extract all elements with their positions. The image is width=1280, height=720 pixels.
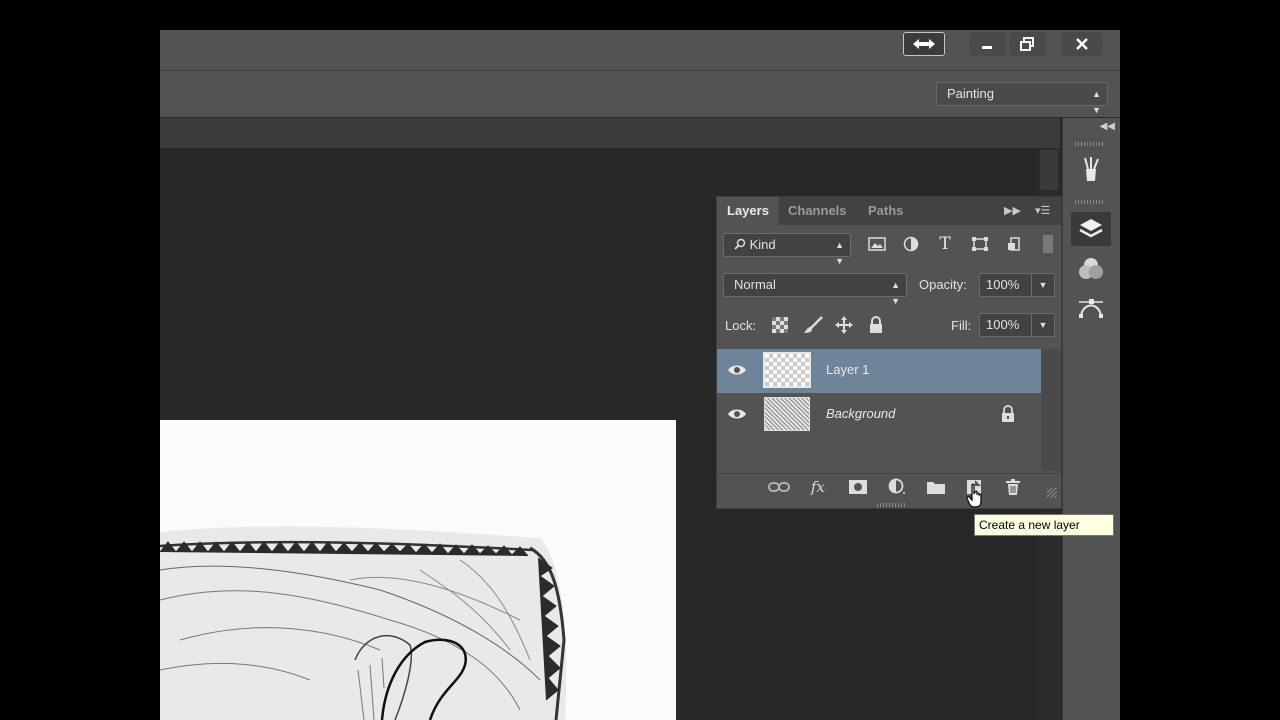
search-icon [734,238,746,250]
layers-panel: Layers Channels Paths ▶▶ ▾☰ Kind ▲ ▼ T N… [716,196,1062,509]
pixel-filter-icon[interactable] [866,233,888,255]
minimize-icon [982,46,992,49]
eye-visibility-icon[interactable] [727,407,747,421]
tab-channels[interactable]: Channels [788,197,847,225]
dock-grip-2[interactable] [1075,200,1105,204]
layer-name: Background [826,406,896,421]
layer-name: Layer 1 [826,362,870,377]
panel-bottom-grip[interactable] [877,503,907,507]
type-filter-icon[interactable]: T [934,233,956,255]
lock-label: Lock: [725,318,757,333]
options-bar: Painting ▲ ▼ [160,70,1120,118]
photoshop-window: Painting ▲ ▼ ◀◀ Layers Channels Paths ▶▶… [160,30,1120,720]
updown-arrows-icon: ▲ ▼ [835,240,844,266]
pencil-sketch-artwork [160,526,567,720]
scrollbar-thumb[interactable] [1040,150,1058,190]
document-tab-strip [160,118,1060,148]
delete-layer-icon[interactable] [1002,477,1024,497]
blend-mode-label: Normal [734,277,776,292]
layers-footer: fx. [717,473,1061,500]
close-icon [1076,38,1088,50]
hand-pointer-cursor-icon [966,483,982,508]
lock-row: Lock: Fill: 100% ▼ [717,313,1061,339]
opacity-field[interactable]: 100% ▼ [979,273,1055,297]
layer-thumbnail [764,397,810,431]
updown-arrows-icon: ▲ ▼ [891,280,900,306]
fill-label: Fill: [951,318,972,333]
opacity-dropdown-icon[interactable]: ▼ [1031,274,1054,296]
lock-icon [1002,405,1014,422]
opacity-label: Opacity: [919,277,967,292]
document-image[interactable] [160,420,676,720]
resize-grip[interactable] [1047,488,1057,498]
fill-value: 100% [986,317,1020,332]
panel-dock: ◀◀ [1062,118,1120,720]
layers-icon[interactable] [1071,212,1111,246]
lock-position-move-icon[interactable] [834,315,854,335]
filter-row: Kind ▲ ▼ T [717,233,1061,266]
tooltip: Create a new layer [974,514,1114,536]
panel-menu-icon[interactable]: ▾☰ [1035,197,1050,225]
link-layers-icon[interactable] [768,477,790,497]
tab-layers[interactable]: Layers [717,197,779,225]
collapse-panel-icon[interactable]: ▶▶ [1004,197,1021,225]
opacity-value: 100% [986,277,1020,292]
dock-grip[interactable] [1075,142,1105,146]
filter-toggle-switch[interactable] [1043,235,1053,253]
layers-list: Layer 1 Background [717,349,1041,471]
layer-row-layer-1[interactable]: Layer 1 [717,349,1041,393]
layers-scrollbar[interactable] [1041,349,1061,471]
title-bar [160,30,1120,70]
close-button[interactable] [1061,32,1103,56]
paths-icon[interactable] [1071,292,1111,326]
adjustments-icon[interactable] [1071,252,1111,286]
swap-screen-button[interactable] [903,32,945,56]
arrows-swap-icon [913,39,935,49]
blend-row: Normal ▲ ▼ Opacity: 100% ▼ [717,273,1061,306]
restore-button[interactable] [1009,32,1045,56]
blend-mode-select[interactable]: Normal ▲ ▼ [723,273,907,306]
layer-thumbnail [763,352,811,388]
panel-tabs: Layers Channels Paths ▶▶ ▾☰ [717,197,1061,225]
layer-row-background[interactable]: Background [717,393,1041,437]
lock-transparent-icon[interactable] [772,317,788,333]
fill-field[interactable]: 100% ▼ [979,313,1055,337]
fill-dropdown-icon[interactable]: ▼ [1031,314,1054,336]
shape-filter-icon[interactable] [969,233,991,255]
collapse-dock-icon[interactable]: ◀◀ [1100,121,1115,132]
filter-kind-label: Kind [749,237,776,252]
adjustment-filter-icon[interactable] [900,233,922,255]
add-mask-icon[interactable] [847,477,869,497]
adjustment-layer-icon[interactable] [886,477,908,497]
filter-kind-select[interactable]: Kind ▲ ▼ [723,233,851,266]
minimize-button[interactable] [969,32,1005,56]
group-folder-icon[interactable] [925,477,947,497]
eye-visibility-icon[interactable] [727,363,747,377]
restore-icon [1020,37,1034,51]
smart-object-filter-icon[interactable] [1004,233,1026,255]
workspace-label: Painting [947,86,994,101]
lock-all-icon[interactable] [868,315,884,335]
layer-style-icon[interactable]: fx. [808,477,830,497]
lock-pixels-brush-icon[interactable] [802,315,824,335]
workspace-select[interactable]: Painting ▲ ▼ [936,82,1108,115]
tab-paths[interactable]: Paths [868,197,903,225]
brush-presets-icon[interactable] [1071,152,1111,186]
